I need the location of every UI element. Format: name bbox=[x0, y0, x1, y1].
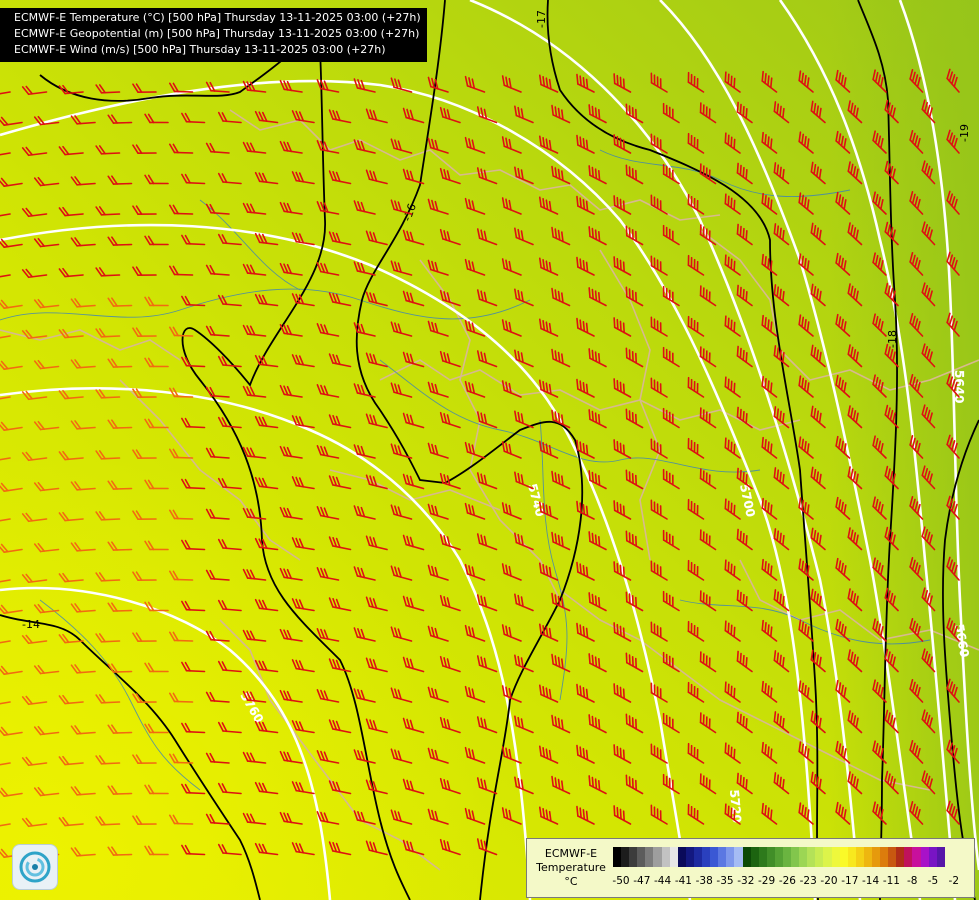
legend-tick-label: -11 bbox=[882, 875, 900, 887]
legend-swatch bbox=[823, 847, 832, 867]
temperature-label-5: -14 bbox=[22, 618, 40, 631]
geopotential-label-5: 5640 bbox=[952, 370, 966, 403]
legend-tick-label: -26 bbox=[778, 875, 796, 887]
legend-tick-label: -17 bbox=[841, 875, 859, 887]
temperature-label-1: -17 bbox=[535, 10, 548, 28]
legend-swatch bbox=[742, 847, 751, 867]
legend-swatch bbox=[799, 847, 808, 867]
header-panel: ECMWF-E Temperature (°C) [500 hPa] Thurs… bbox=[0, 8, 427, 62]
legend-swatch bbox=[880, 847, 889, 867]
legend-swatch bbox=[807, 847, 816, 867]
legend-swatch bbox=[791, 847, 800, 867]
legend-swatch bbox=[702, 847, 711, 867]
legend-swatch bbox=[831, 847, 840, 867]
legend-tick-label: -44 bbox=[654, 875, 672, 887]
legend-tick-label: -23 bbox=[799, 875, 817, 887]
legend-tick-label: -50 bbox=[612, 875, 630, 887]
legend-swatch bbox=[726, 847, 735, 867]
legend-swatch bbox=[637, 847, 646, 867]
legend-swatch bbox=[872, 847, 881, 867]
weather-map[interactable]: 5740 5700 5760 5720 5640 5660 -17 -16 -1… bbox=[0, 0, 979, 900]
legend-title-unit: °C bbox=[564, 875, 578, 888]
temperature-field-cold bbox=[830, 0, 979, 900]
legend-swatch bbox=[718, 847, 727, 867]
legend-ticks: -50 -47 -44 -41 -38 -35 -32 -29 -26 -23 -20 -17 -14-… bbox=[611, 875, 971, 889]
legend-title-model: ECMWF-E bbox=[544, 847, 598, 860]
legend-tick-label: -5 bbox=[927, 875, 939, 887]
legend-swatch bbox=[912, 847, 921, 867]
legend-swatch bbox=[815, 847, 824, 867]
legend-tick-label: -14 bbox=[862, 875, 880, 887]
legend-swatch bbox=[645, 847, 654, 867]
header-geopotential: ECMWF-E Geopotential (m) [500 hPa] Thurs… bbox=[14, 27, 420, 40]
header-temperature: ECMWF-E Temperature (°C) [500 hPa] Thurs… bbox=[14, 11, 421, 24]
legend-swatch bbox=[677, 847, 686, 867]
legend-title-variable: Temperature bbox=[536, 861, 606, 874]
legend-tick-label: -47 bbox=[633, 875, 651, 887]
legend-tick-label: -35 bbox=[716, 875, 734, 887]
legend-swatch bbox=[904, 847, 913, 867]
legend-swatch bbox=[896, 847, 905, 867]
legend-swatch bbox=[839, 847, 848, 867]
ecmwf-logo bbox=[12, 844, 58, 890]
legend-swatch bbox=[782, 847, 792, 867]
legend-swatch bbox=[613, 847, 622, 867]
legend-swatch bbox=[693, 847, 703, 867]
legend-swatch bbox=[669, 847, 678, 867]
legend-swatch bbox=[621, 847, 630, 867]
header-wind: ECMWF-E Wind (m/s) [500 hPa] Thursday 13… bbox=[14, 43, 386, 56]
legend-swatch bbox=[734, 847, 743, 867]
temperature-label-3: -19 bbox=[958, 124, 971, 142]
legend-color-scale bbox=[613, 847, 945, 867]
legend-swatch bbox=[855, 847, 864, 867]
legend-swatch bbox=[936, 847, 945, 867]
legend-tick-label: -41 bbox=[674, 875, 692, 887]
legend-swatch bbox=[661, 847, 670, 867]
legend-swatch bbox=[766, 847, 775, 867]
legend-swatch bbox=[629, 847, 638, 867]
legend-tick-label: -32 bbox=[737, 875, 755, 887]
legend-swatch bbox=[888, 847, 897, 867]
legend-swatch bbox=[847, 847, 856, 867]
legend-swatch bbox=[685, 847, 694, 867]
legend-swatch bbox=[653, 847, 662, 867]
legend-swatch bbox=[774, 847, 783, 867]
swirl-icon bbox=[19, 851, 51, 883]
legend-title: ECMWF-E Temperature °C bbox=[531, 847, 611, 889]
legend-swatch bbox=[750, 847, 759, 867]
temperature-legend: ECMWF-E Temperature °C -50 -47 -44 -41 -38 -3… bbox=[526, 838, 975, 898]
legend-swatch bbox=[920, 847, 929, 867]
legend-tick-label: -38 bbox=[695, 875, 713, 887]
legend-tick-label: -20 bbox=[820, 875, 838, 887]
legend-swatch bbox=[928, 847, 937, 867]
legend-swatch bbox=[758, 847, 767, 867]
legend-swatch bbox=[710, 847, 719, 867]
legend-swatch bbox=[863, 847, 872, 867]
legend-tick-label: -29 bbox=[758, 875, 776, 887]
legend-tick-label: -2 bbox=[948, 875, 960, 887]
legend-tick-label: -8 bbox=[906, 875, 918, 887]
